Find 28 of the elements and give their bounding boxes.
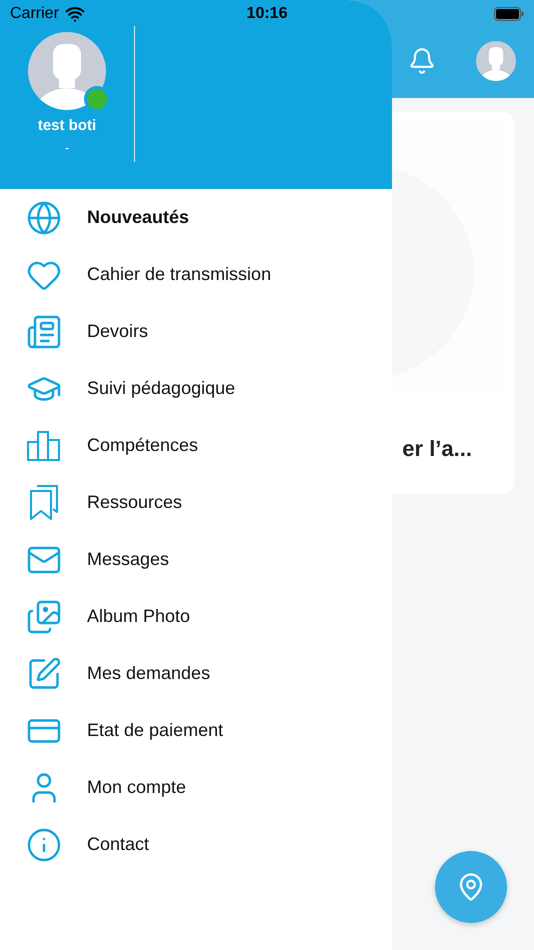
carrier-label: Carrier xyxy=(10,5,59,23)
menu-item[interactable]: Devoirs xyxy=(0,303,392,360)
menu-item[interactable]: Cahier de transmission xyxy=(0,246,392,303)
newspaper-icon xyxy=(26,314,62,350)
menu-item[interactable]: Mes demandes xyxy=(0,645,392,702)
menu-item[interactable]: Suivi pédagogique xyxy=(0,360,392,417)
battery-icon xyxy=(494,7,524,21)
bookmarks-icon xyxy=(28,484,58,520)
menu-item[interactable]: Etat de paiement xyxy=(0,702,392,759)
user-name: test boti xyxy=(38,117,96,134)
card-title: er l’a... xyxy=(402,436,472,462)
menu-item[interactable]: Contact xyxy=(0,816,392,873)
menu-item[interactable]: Messages xyxy=(0,531,392,588)
status-time: 10:16 xyxy=(246,5,288,23)
wifi-icon xyxy=(64,4,85,24)
images-icon xyxy=(26,598,62,634)
menu-item[interactable]: Ressources xyxy=(0,474,392,531)
bell-icon[interactable] xyxy=(408,47,436,75)
menu-item[interactable]: Nouveautés xyxy=(0,189,392,246)
user-subtitle: - xyxy=(64,140,70,155)
avatar-icon xyxy=(476,41,516,81)
bar-chart-icon xyxy=(26,430,60,460)
menu-item[interactable]: Compétences xyxy=(0,417,392,474)
menu-item[interactable]: Album Photo xyxy=(0,588,392,645)
globe-icon xyxy=(26,200,62,236)
info-icon xyxy=(26,826,62,862)
location-button[interactable] xyxy=(435,851,507,923)
menu-item[interactable]: Mon compte xyxy=(0,759,392,816)
